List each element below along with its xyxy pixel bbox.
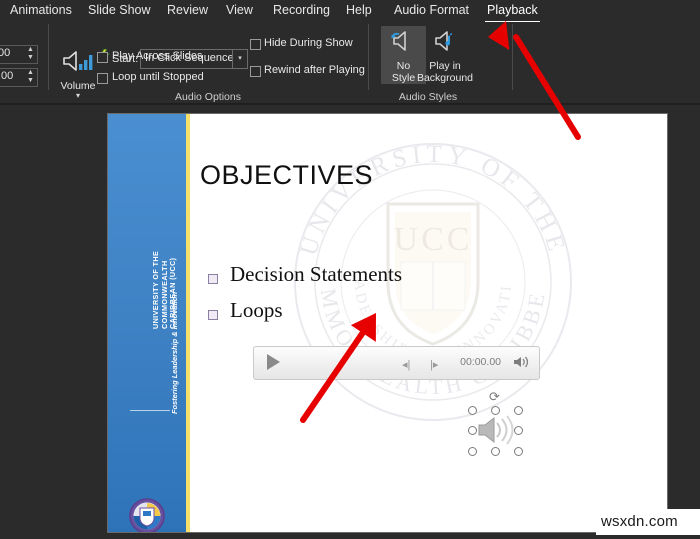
resize-handle-se[interactable] [514, 447, 523, 456]
ribbon-bottom-divider [0, 103, 700, 105]
resize-handle-s[interactable] [491, 447, 500, 456]
checkbox-play-across-slides[interactable] [97, 52, 108, 63]
checkbox-rewind-after-playing[interactable] [250, 66, 261, 77]
fade-out-value: .00 [0, 70, 14, 82]
tab-view[interactable]: View [224, 2, 255, 19]
resize-handle-n[interactable] [491, 406, 500, 415]
resize-handle-w[interactable] [468, 426, 477, 435]
play-in-background-label-line2: Background [416, 72, 474, 84]
no-style-speaker-icon [390, 31, 406, 51]
site-watermark: wsxdn.com [601, 513, 678, 530]
checkbox-loop-until-stopped[interactable] [97, 73, 108, 84]
slide-sidebar-accent-line [186, 114, 190, 532]
slide-canvas[interactable]: UNIVERSITY OF THE COMMONWEALTH CARIBBEAN… [108, 114, 667, 532]
resize-handle-ne[interactable] [514, 406, 523, 415]
ribbon-body: 00 ▲▼ .00 ▲▼ Volume ▾ Start: In Click Se… [0, 22, 700, 100]
bullet-square-icon-2 [208, 310, 218, 320]
audio-speaker-icon[interactable] [476, 414, 514, 446]
play-button-icon[interactable] [267, 354, 280, 370]
tab-help[interactable]: Help [344, 2, 374, 19]
volume-speaker-bars-icon [63, 51, 93, 71]
group-separator-1 [48, 24, 49, 90]
group-separator-2 [368, 24, 369, 90]
no-style-label-line2: Style [391, 72, 416, 84]
label-play-across-slides[interactable]: Play Across Slides [112, 50, 202, 62]
ribbon: Animations Slide Show Review View Record… [0, 0, 700, 105]
chevron-down-icon[interactable]: ▾ [232, 50, 247, 68]
tab-playback[interactable]: Playback [485, 2, 540, 23]
fade-out-duration-stepper[interactable]: .00 ▲▼ [0, 68, 38, 87]
sidebar-tagline-wrap: Fostering Leadership & Innovation [170, 292, 179, 414]
fade-in-value: 00 [0, 47, 11, 59]
play-in-background-button[interactable]: Play in Background [416, 26, 474, 84]
rotation-handle-icon[interactable]: ⟳ [489, 390, 502, 403]
sidebar-tagline: Fostering Leadership & Innovation [170, 292, 179, 414]
audio-playbar[interactable]: ◂| |▸ 00:00.00 [253, 346, 540, 380]
volume-chevron-down-icon[interactable]: ▾ [58, 92, 98, 100]
stepper-arrows-icon-2[interactable]: ▲ ▼ [26, 69, 35, 86]
playback-time: 00:00.00 [460, 356, 501, 368]
tab-slide-show[interactable]: Slide Show [86, 2, 153, 19]
label-loop-until-stopped[interactable]: Loop until Stopped [112, 71, 204, 83]
group-separator-3 [512, 24, 513, 90]
bullet-text-2: Loops [230, 298, 283, 322]
bullet-text-1: Decision Statements [230, 262, 403, 286]
fade-in-duration-stepper[interactable]: 00 ▲ ▼ [0, 45, 38, 64]
ucc-crest-logo [129, 498, 165, 532]
step-forward-button[interactable]: |▸ [430, 358, 438, 371]
resize-handle-nw[interactable] [468, 406, 477, 415]
tab-audio-format[interactable]: Audio Format [392, 2, 471, 19]
tab-recording[interactable]: Recording [271, 2, 332, 19]
play-in-background-speaker-icon [435, 31, 452, 51]
bullet-square-icon [208, 274, 218, 284]
svg-text:UCC: UCC [394, 221, 473, 258]
group-label-audio-options: Audio Options [175, 91, 241, 103]
group-label-audio-styles: Audio Styles [398, 91, 458, 103]
speaker-volume-icon[interactable] [513, 355, 529, 369]
play-in-background-label-line1: Play in [429, 60, 461, 72]
resize-handle-sw[interactable] [468, 447, 477, 456]
checkbox-hide-during-show[interactable] [250, 39, 261, 50]
stepper-arrows-icon[interactable]: ▲ ▼ [26, 46, 35, 63]
audio-object-selected[interactable]: ⟳ [468, 390, 523, 456]
step-backward-button[interactable]: ◂| [402, 358, 410, 371]
resize-handle-e[interactable] [514, 426, 523, 435]
label-hide-during-show[interactable]: Hide During Show [264, 37, 353, 49]
slide-title[interactable]: OBJECTIVES [200, 160, 373, 191]
label-rewind-after-playing[interactable]: Rewind after Playing [264, 64, 365, 76]
no-style-label-line1: No [396, 60, 411, 72]
tab-animations[interactable]: Animations [8, 2, 74, 19]
ribbon-tab-bar: Animations Slide Show Review View Record… [0, 0, 700, 23]
tab-review[interactable]: Review [165, 2, 210, 19]
volume-button[interactable]: Volume ▾ [58, 48, 98, 104]
sidebar-divider [130, 410, 170, 411]
